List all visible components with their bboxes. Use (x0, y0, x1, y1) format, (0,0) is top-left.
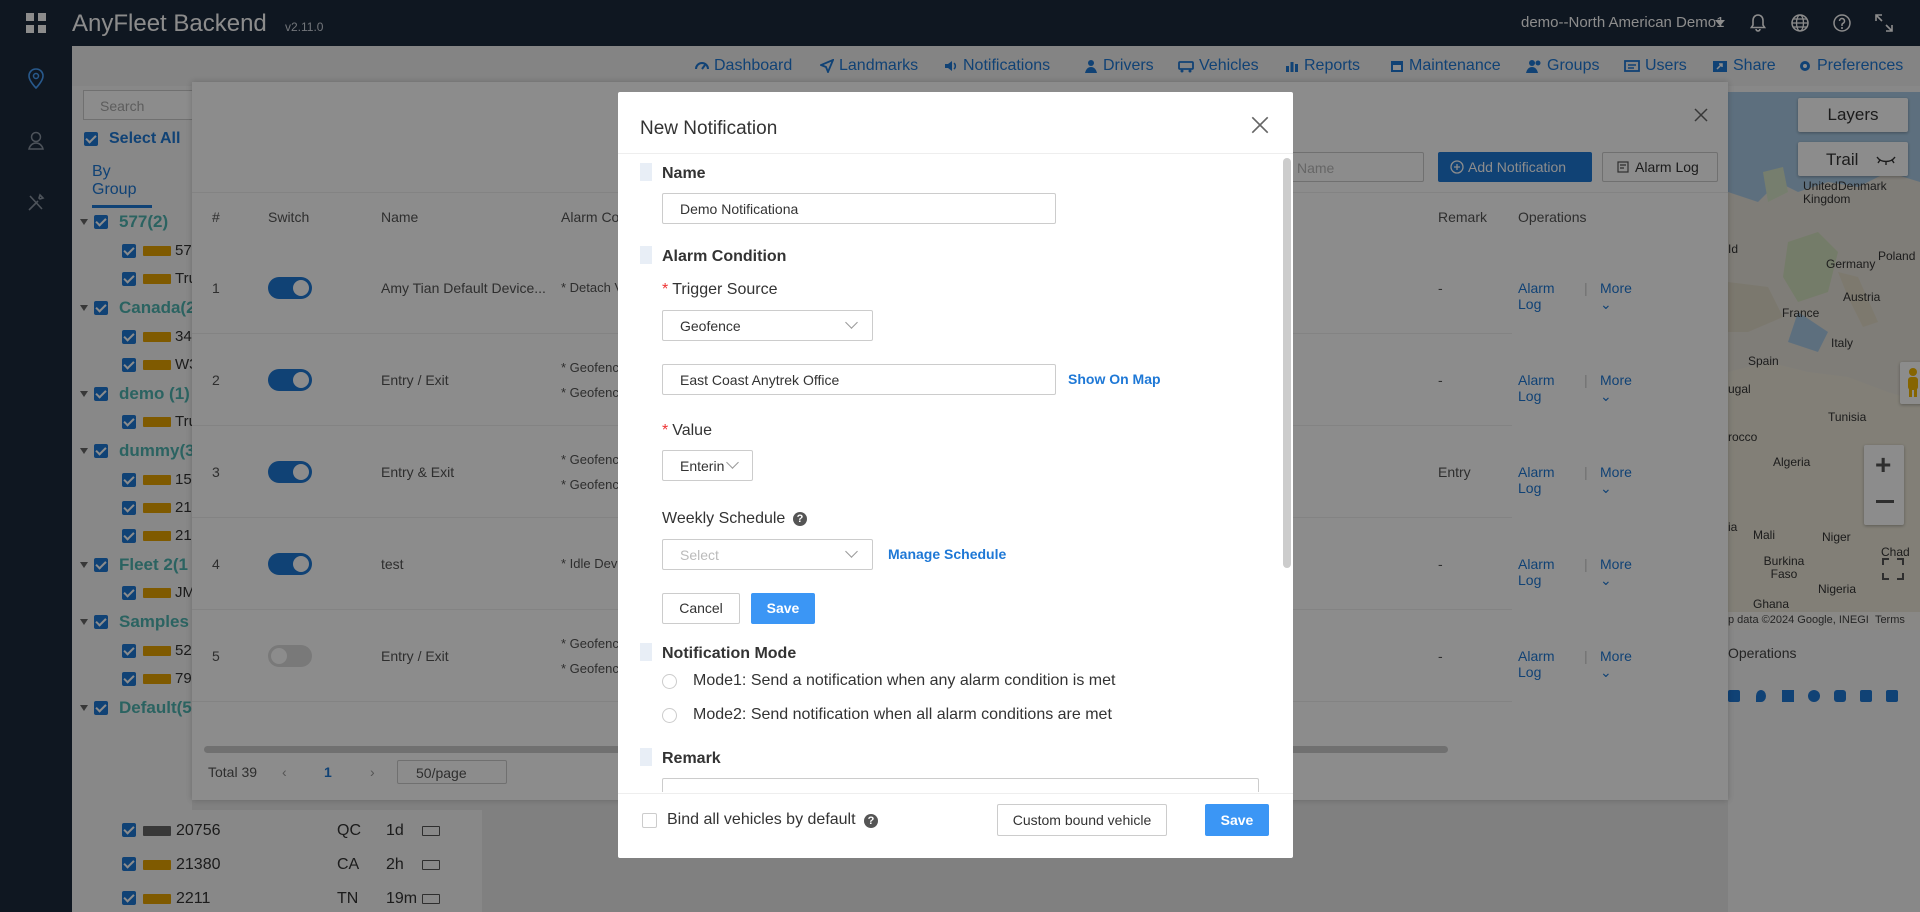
name-input[interactable]: Demo Notificationa (662, 193, 1056, 224)
vertical-scrollbar[interactable] (1283, 158, 1291, 568)
custom-bound-vehicle-button[interactable]: Custom bound vehicle (997, 804, 1167, 836)
mode1-radio[interactable] (662, 674, 677, 689)
close-icon[interactable] (1251, 116, 1269, 134)
weekly-schedule-label: Weekly Schedule (662, 510, 785, 528)
bind-all-label[interactable]: Bind all vehicles by default (667, 811, 856, 829)
chevron-down-icon (845, 316, 858, 329)
value-label-text: Value (672, 422, 712, 439)
show-on-map-link[interactable]: Show On Map (1068, 371, 1161, 387)
cancel-button[interactable]: Cancel (662, 593, 740, 624)
section-name: Name (640, 163, 706, 183)
remark-textarea[interactable] (662, 778, 1259, 792)
help-icon[interactable]: ? (864, 814, 878, 828)
value-select[interactable]: Enterin (662, 450, 753, 481)
weekly-schedule-text: Weekly Schedule (662, 510, 786, 527)
bind-all-checkbox[interactable] (642, 813, 657, 828)
mode1-label[interactable]: Mode1: Send a notification when any alar… (693, 672, 1115, 690)
mode2-radio[interactable] (662, 708, 677, 723)
value-label: * Value (662, 422, 712, 439)
geofence-select[interactable]: East Coast Anytrek Office (662, 364, 1056, 395)
chevron-down-icon (726, 456, 739, 469)
divider (618, 153, 1293, 154)
trigger-source-select[interactable]: Geofence (662, 310, 873, 341)
section-notification-mode: Notification Mode (640, 643, 796, 663)
chevron-down-icon (845, 545, 858, 558)
help-icon[interactable]: ? (793, 512, 807, 526)
divider (618, 793, 1293, 794)
mode2-label[interactable]: Mode2: Send notification when all alarm … (693, 706, 1112, 724)
dialog-title: New Notification (640, 118, 778, 139)
section-alarm-condition: Alarm Condition (640, 246, 786, 266)
trigger-source-value: Geofence (680, 318, 741, 334)
trigger-source-text: Trigger Source (672, 281, 778, 298)
section-remark: Remark (640, 748, 721, 768)
trigger-source-label: * Trigger Source (662, 281, 778, 298)
manage-schedule-link[interactable]: Manage Schedule (888, 546, 1006, 562)
weekly-schedule-select[interactable]: Select (662, 539, 873, 570)
save-condition-button[interactable]: Save (751, 593, 815, 624)
new-notification-dialog: New Notification Name Demo Notificationa… (618, 92, 1293, 858)
save-button[interactable]: Save (1205, 804, 1269, 836)
weekly-schedule-placeholder: Select (680, 547, 719, 563)
value-select-value: Enterin (680, 458, 725, 474)
